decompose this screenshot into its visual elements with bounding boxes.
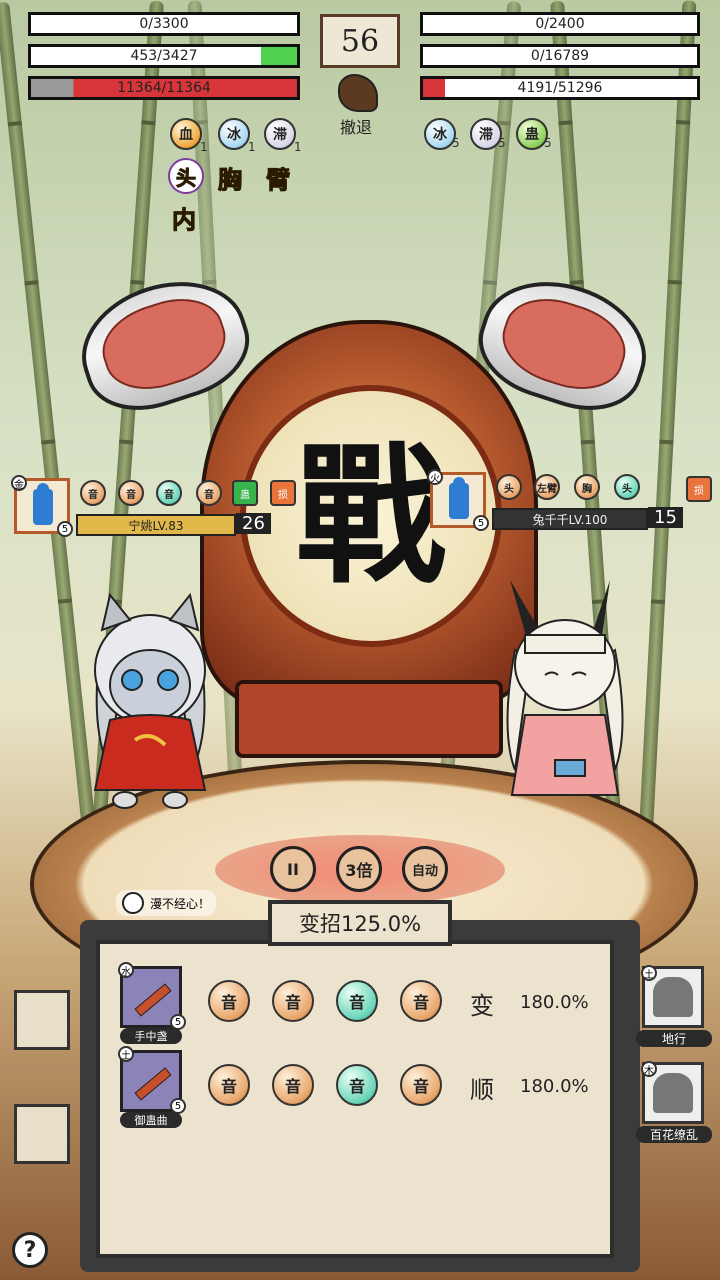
status-glyph: 冰 [227,127,241,143]
enemy-character [506,580,624,796]
status-count: 1 [248,140,256,154]
enemy-element-badge: 火 [427,469,443,485]
player-mana-bar: 453/3427 [28,44,300,68]
enemy-hp-text: 4191/51296 [517,80,603,96]
injury-arm: 臂 [266,165,291,195]
status-glyph: 滞 [273,127,287,143]
combo-orb: 音 [272,1064,314,1106]
player-hp-text: 11364/11364 [117,80,211,96]
enemy-portrait-badge: 5 [473,515,489,531]
enemy-skill-face-icon [653,977,693,1017]
skill-row[interactable]: 土 5 御蛊曲 音 音 音 音 顺 180.0% [118,1046,600,1128]
player-orb: 音 [196,480,222,506]
enemy-skill-1[interactable]: 土 [641,965,704,1028]
enemy-buff-damage: 损 [686,476,712,502]
player-orb: 音 [80,480,106,506]
combo-type: 顺 [470,1076,494,1104]
empty-slot-2[interactable] [14,1104,70,1164]
player-portrait[interactable]: 金 5 [11,475,73,537]
player-orb: 音 [118,480,144,506]
enemy-mana-text: 0/16789 [530,48,590,64]
skill-name: 御蛊曲 [120,1112,182,1128]
enemy-mana-bar: 0/16789 [420,44,700,68]
enemy-orb: 胸 [574,474,600,500]
empty-slot-1[interactable] [14,990,70,1050]
help-button[interactable]: ? [12,1232,48,1268]
enemy-orb: 头 [496,474,522,500]
player-level-value: 26 [236,513,271,534]
player-status-blood: 血 [170,118,202,150]
skill-element-badge: 水 [118,962,134,978]
player-status-ice: 冰 [218,118,250,150]
player-name-level: 宁姚LV.83 [76,514,236,536]
combo-orb: 音 [208,1064,250,1106]
player-mana-text: 453/3427 [130,48,198,64]
player-buff-damage: 损 [270,480,296,506]
enemy-skill-element-badge: 土 [641,965,657,981]
turn-timer: 56 [320,14,400,68]
auto-button[interactable]: 自动 [402,846,448,892]
speed-button[interactable]: 3倍 [336,846,382,892]
combo-orb: 音 [336,1064,378,1106]
injury-chest: 胸 [218,165,243,195]
hint-text: 漫不经心！ [150,896,211,911]
player-portrait-badge: 5 [57,521,73,537]
status-glyph: 蛊 [525,127,539,143]
enemy-skill-element-badge: 木 [641,1061,657,1077]
enemy-portrait[interactable]: 火 5 [427,469,489,531]
war-drum-base [235,680,503,758]
combo-orb: 音 [208,980,250,1022]
combo-type: 变 [470,992,494,1020]
status-count: 1 [200,140,208,154]
status-count: 5 [544,136,552,150]
enemy-skill-face-icon [653,1073,693,1113]
player-element-badge: 金 [11,475,27,491]
enemy-body-icon [449,477,469,519]
status-glyph: 冰 [433,127,447,143]
player-status-stagnate: 滞 [264,118,296,150]
status-glyph: 滞 [479,127,493,143]
player-mana-fill [261,47,297,65]
player-character [93,592,207,809]
status-count: 1 [294,140,302,154]
skill-name: 手中盏 [120,1028,182,1044]
injury-head: 头 [168,158,204,194]
skill-row[interactable]: 水 5 手中盏 音 音 音 音 变 180.0% [118,962,600,1044]
combo-orb: 音 [336,980,378,1022]
injury-internal: 内 [172,205,197,235]
player-energy-bar: 0/3300 [28,12,300,36]
hint-icon [122,892,144,914]
combo-percent: 180.0% [520,992,589,1013]
player-body-icon [33,483,53,525]
player-energy-text: 0/3300 [139,16,189,32]
player-hp-bar: 11364/11364 [28,76,300,100]
enemy-hp-bar: 4191/51296 [420,76,700,100]
enemy-hp-fill [423,79,445,97]
enemy-skill-label: 百花缭乱 [636,1126,712,1143]
enemy-name-level: 兔千千LV.100 [492,508,648,530]
status-count: 5 [498,136,506,150]
combo-orb: 音 [400,1064,442,1106]
enemy-orb: 头 [614,474,640,500]
enemy-orb: 左臂 [534,474,560,500]
pause-button[interactable]: II [270,846,316,892]
combat-hint: 漫不经心！ [116,890,217,916]
combo-orb: 音 [400,980,442,1022]
status-count: 5 [452,136,460,150]
enemy-level-value: 15 [648,507,683,528]
enemy-skill-label: 地行 [636,1030,712,1047]
player-buff-gu: 蛊 [232,480,258,506]
combo-percent: 180.0% [520,1076,589,1097]
retreat-button-label[interactable]: 撤退 [340,114,372,138]
bamboo-stalk [637,0,697,860]
skill-panel-title: 变招125.0% [268,900,452,946]
combo-orb: 音 [272,980,314,1022]
enemy-energy-bar: 0/2400 [420,12,700,36]
status-glyph: 血 [179,127,193,143]
player-orb: 音 [156,480,182,506]
skill-element-badge: 土 [118,1046,134,1062]
drum-character: 戰 [295,428,446,604]
enemy-energy-text: 0/2400 [535,16,585,32]
enemy-skill-2[interactable]: 木 [641,1061,704,1124]
